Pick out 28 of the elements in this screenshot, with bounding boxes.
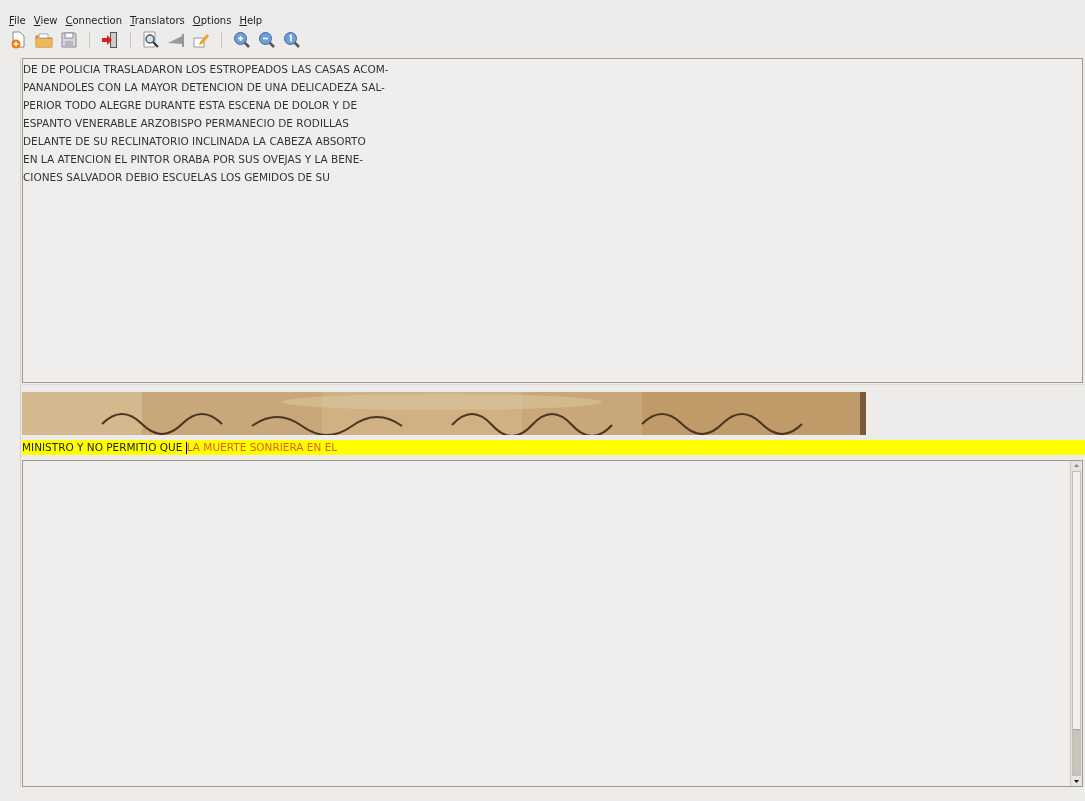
zoom-in-icon[interactable]: [233, 31, 251, 49]
new-document-icon[interactable]: [10, 31, 28, 49]
transcript-line: PERIOR TODO ALEGRE DURANTE ESTA ESCENA DE DOLOR Y DE: [23, 98, 358, 113]
door-arrow-icon[interactable]: [101, 31, 119, 49]
transcript-line: DE DE POLICIA TRASLADARON LOS ESTROPEADOS LAS CASAS ACOM-: [23, 62, 389, 77]
transcript-line: ESPANTO VENERABLE ARZOBISPO PERMANECIO DE RODILLAS: [23, 116, 349, 131]
scrollbar-thumb[interactable]: [1073, 729, 1080, 775]
folder-icon[interactable]: [35, 31, 53, 49]
transcript-line: PANANDOLES CON LA MAYOR DETENCION DE UNA DELICADEZA SAL-: [23, 80, 385, 95]
text-caret: [185, 441, 187, 454]
menu-item[interactable]: Connection: [62, 12, 126, 28]
menu-item[interactable]: File: [6, 12, 29, 28]
transcript-line: DELANTE DE SU RECLINATORIO INCLINADA LA CABEZA ABSORTO: [23, 134, 366, 149]
note-pencil-icon[interactable]: [192, 31, 210, 49]
transcript-line: EN LA ATENCION EL PINTOR ORABA POR SUS OVEJAS Y LA BENE-: [23, 152, 364, 167]
suggested-text: LA MUERTE SONRIERA EN EL: [186, 439, 338, 455]
scrollbar[interactable]: [1070, 461, 1082, 786]
wedge-icon[interactable]: [167, 31, 185, 49]
zoom-reset-icon[interactable]: [283, 31, 301, 49]
transcript-area[interactable]: [22, 58, 1083, 383]
transcript-line: CIONES SALVADOR DEBIO ESCUELAS LOS GEMIDOS DE SU: [23, 170, 330, 185]
menu-item[interactable]: View: [30, 12, 61, 28]
menu-item[interactable]: Translators: [127, 12, 188, 28]
page-magnifier-icon[interactable]: [142, 31, 160, 49]
menu-item[interactable]: Help: [236, 12, 266, 28]
accepted-text: MINISTRO Y NO PERMITIO QUE: [22, 439, 184, 455]
menu-item[interactable]: Options: [189, 12, 235, 28]
zoom-out-icon[interactable]: [258, 31, 276, 49]
